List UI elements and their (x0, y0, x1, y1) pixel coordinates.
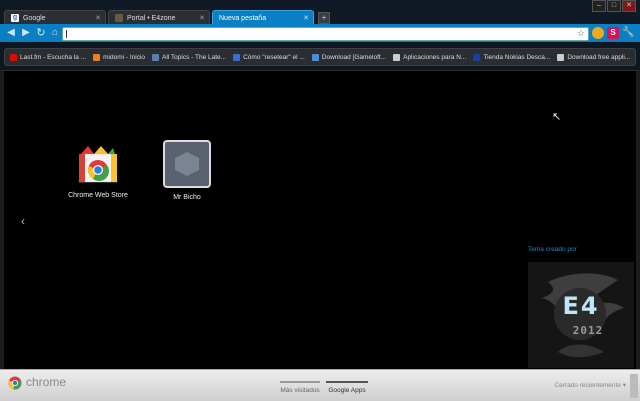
app-label: Mr Bicho (173, 194, 201, 201)
tab-strip: g Google ✕ Portal • E4zone ✕ Nueva pesta… (4, 8, 330, 25)
chrome-wordmark: chrome (26, 375, 67, 389)
bookmark-label: All Topics - The Late... (162, 53, 227, 61)
close-icon[interactable]: ✕ (95, 14, 101, 22)
extension-s-icon[interactable]: S (607, 27, 619, 39)
page-icon (233, 53, 241, 61)
theme-logo-year: 2012 (572, 324, 604, 337)
app-label: Chrome Web Store (68, 192, 128, 199)
bookmark-item[interactable]: Last.fm - Escucha la ... (10, 53, 87, 61)
mouse-pointer-icon: ↖ (552, 111, 562, 123)
bookmark-label: Tienda Nokias Desca... (483, 53, 551, 61)
chrome-logo-icon (8, 376, 22, 390)
tab-label: Google Apps (328, 387, 366, 394)
recently-closed-label: Cerrado recientemente (554, 382, 621, 389)
ntp-footer: chrome Más visitados Google Apps Cerrado… (0, 369, 640, 401)
app-chrome-web-store[interactable]: Chrome Web Store (58, 140, 138, 199)
forum-icon (152, 53, 160, 61)
reload-button[interactable]: ↻ (35, 27, 47, 39)
e4zone-icon (115, 14, 123, 22)
chrome-web-store-icon (75, 140, 121, 186)
minimize-button[interactable]: – (592, 0, 606, 12)
bookmark-item[interactable]: midomi - Inicio (93, 53, 146, 61)
tab-google[interactable]: g Google ✕ (4, 10, 106, 25)
maximize-button[interactable]: □ (607, 0, 621, 12)
toolbar: ◀ ▶ ↻ ⌂ ☆ S 🔧 (0, 24, 640, 42)
bookmark-item[interactable]: Cómo "resetear" el ... (233, 53, 305, 61)
bookmark-label: Aplicaciones para N... (403, 53, 467, 61)
page-icon (393, 53, 401, 61)
tab-title: Portal • E4zone (127, 14, 176, 22)
tab-title: Nueva pestaña (219, 14, 267, 22)
close-icon[interactable]: ✕ (303, 14, 309, 22)
theme-logo: E4 2012 (528, 262, 634, 368)
close-icon[interactable]: ✕ (199, 14, 205, 22)
bookmark-item[interactable]: Aplicaciones para N... (393, 53, 467, 61)
theme-logo-text: E4 (562, 292, 600, 320)
scrollbar[interactable] (630, 374, 638, 398)
lastfm-icon (10, 53, 17, 61)
bookmark-label: Download [Gameloft... (321, 53, 387, 61)
close-window-button[interactable]: ✕ (622, 0, 636, 12)
forward-button[interactable]: ▶ (20, 27, 32, 39)
bookmark-label: midomi - Inicio (103, 53, 146, 61)
recently-closed-button[interactable]: Cerrado recientemente ▾ (554, 381, 626, 389)
extension-shield-icon[interactable] (592, 27, 604, 39)
bookmark-label: Last.fm - Escucha la ... (20, 53, 87, 61)
cube-icon (175, 152, 199, 176)
tab-indicator (280, 381, 320, 383)
tab-new[interactable]: Nueva pestaña ✕ (212, 10, 314, 25)
download-icon (311, 53, 319, 61)
google-apps-tab[interactable]: Google Apps (326, 381, 368, 394)
title-bar: g Google ✕ Portal • E4zone ✕ Nueva pesta… (0, 0, 640, 25)
bookmark-item[interactable]: All Topics - The Late... (152, 53, 227, 61)
previous-page-arrow[interactable]: ‹ (21, 214, 25, 228)
bookmark-label: Cómo "resetear" el ... (243, 53, 305, 61)
bookmark-item[interactable]: Download [Gameloft... (311, 53, 387, 61)
address-bar[interactable]: ☆ (62, 27, 589, 41)
bookmark-item[interactable]: Download free appli... (557, 53, 631, 61)
google-icon: g (11, 14, 19, 22)
new-tab-button[interactable]: + (318, 12, 330, 24)
back-button[interactable]: ◀ (5, 27, 17, 39)
midomi-icon (93, 53, 101, 61)
bookmarks-list: Last.fm - Escucha la ... midomi - Inicio… (4, 48, 636, 66)
tab-indicator (326, 381, 368, 383)
tab-portal[interactable]: Portal • E4zone ✕ (108, 10, 210, 25)
bookmarks-bar: Last.fm - Escucha la ... midomi - Inicio… (0, 42, 640, 71)
bookmark-item[interactable]: Tienda Nokias Desca... (473, 53, 551, 61)
home-button[interactable]: ⌂ (49, 27, 61, 39)
bookmark-star-icon[interactable]: ☆ (577, 28, 585, 39)
tab-label: Más visitados (280, 387, 320, 394)
most-visited-tab[interactable]: Más visitados (280, 381, 320, 394)
theme-credit: Tema creado por (528, 246, 577, 253)
tab-title: Google (23, 14, 46, 22)
app-mr-bicho[interactable]: Mr Bicho (147, 140, 227, 201)
bookmark-label: Download free appli... (567, 53, 631, 61)
text-cursor (66, 30, 67, 38)
browser-window: g Google ✕ Portal • E4zone ✕ Nueva pesta… (0, 0, 640, 401)
nokia-icon (473, 53, 481, 61)
generic-app-icon (163, 140, 211, 188)
wrench-menu-icon[interactable]: 🔧 (622, 27, 634, 39)
page-icon (557, 53, 565, 61)
window-controls: – □ ✕ (591, 0, 636, 12)
